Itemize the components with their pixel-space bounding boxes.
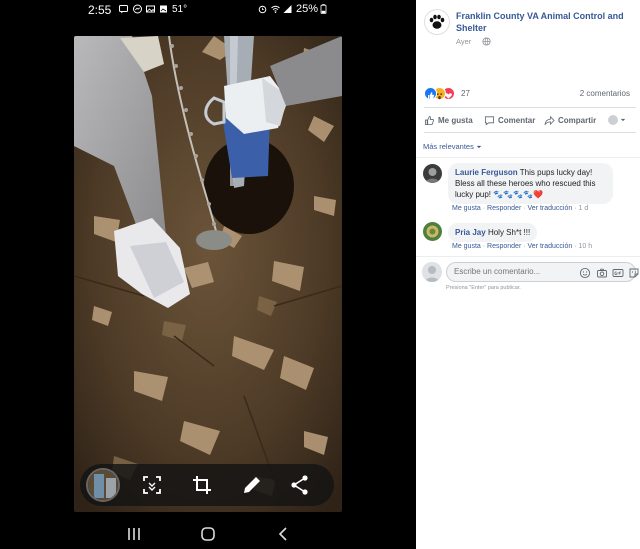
- home-icon[interactable]: [198, 525, 218, 543]
- wifi-icon: [271, 5, 280, 14]
- battery-percent: 25%: [296, 3, 319, 15]
- reaction-count: 27: [461, 89, 470, 98]
- page-name-link[interactable]: Franklin County VA Animal Control and Sh…: [456, 10, 636, 34]
- recent-apps-icon[interactable]: [124, 525, 144, 543]
- comment-reply-link[interactable]: Responder: [487, 205, 521, 212]
- status-temperature: 51°: [172, 4, 188, 15]
- divider: [424, 132, 636, 133]
- composer-hint: Presiona "Enter" para publicar.: [446, 285, 521, 291]
- messages-icon: [119, 5, 128, 14]
- share-icon[interactable]: [288, 473, 312, 497]
- android-nav-bar: [74, 520, 342, 549]
- comment-bubble: Pria Jay Holy Sh*t !!!: [448, 223, 538, 242]
- rescue-photo[interactable]: [74, 36, 342, 512]
- profile-avatar-small: [608, 115, 618, 125]
- commenter-avatar[interactable]: [423, 222, 442, 241]
- comment-button-label: Comentar: [498, 115, 536, 125]
- back-icon[interactable]: [274, 525, 294, 543]
- post-as-selector[interactable]: [608, 113, 626, 127]
- comment-reply-link[interactable]: Responder: [487, 243, 521, 250]
- comment-author[interactable]: Pria Jay: [455, 228, 486, 237]
- caret-down-icon: [476, 145, 482, 149]
- comment-actions: Me gusta · Responder · Ver traducción · …: [452, 205, 589, 212]
- comment-like-link[interactable]: Me gusta: [452, 205, 481, 212]
- rescue-photo-image: [74, 36, 342, 512]
- signal-icon: [283, 5, 292, 13]
- gif-icon[interactable]: [612, 267, 624, 279]
- paw-logo-icon: [426, 11, 448, 33]
- gallery-icon: [146, 5, 155, 13]
- comment-author[interactable]: Laurie Ferguson: [455, 168, 518, 177]
- thumbnail-preview[interactable]: [86, 468, 120, 502]
- messenger-icon: [133, 4, 142, 14]
- divider: [416, 256, 640, 257]
- image-icon: [160, 5, 167, 13]
- comment-translate-link[interactable]: Ver traducción: [528, 243, 573, 250]
- emoji-icon[interactable]: [579, 267, 591, 279]
- globe-icon: [482, 37, 491, 46]
- comment-text: Holy Sh*t !!!: [487, 228, 531, 237]
- crop-icon[interactable]: [190, 473, 214, 497]
- post-timestamp[interactable]: Ayer: [456, 37, 471, 46]
- page-avatar[interactable]: [424, 9, 450, 35]
- scan-icon[interactable]: [140, 473, 164, 497]
- divider: [424, 107, 636, 108]
- status-bar: 2:55 51° 25%: [74, 0, 342, 20]
- comment-actions: Me gusta · Responder · Ver traducción · …: [452, 243, 593, 250]
- like-button[interactable]: Me gusta: [424, 113, 473, 127]
- photo-viewer: 2:55 51° 25%: [0, 0, 416, 549]
- alarm-icon: [258, 5, 267, 14]
- comment-time[interactable]: 1 d: [579, 205, 589, 212]
- comment-sort-dropdown[interactable]: Más relevantes: [423, 142, 482, 151]
- comment-composer[interactable]: [446, 262, 639, 282]
- share-arrow-icon: [544, 115, 555, 125]
- thumbs-up-icon: [424, 115, 434, 125]
- divider: [416, 157, 640, 158]
- caret-down-icon: [620, 118, 626, 122]
- photo-toolbar: [80, 464, 334, 506]
- comment-count-link[interactable]: 2 comentarios: [580, 89, 630, 98]
- comment-translate-link[interactable]: Ver traducción: [528, 205, 573, 212]
- camera-icon[interactable]: [596, 267, 608, 279]
- sticker-icon[interactable]: [628, 267, 640, 279]
- current-user-avatar: [422, 262, 442, 282]
- comment-like-link[interactable]: Me gusta: [452, 243, 481, 250]
- facebook-post-panel: Franklin County VA Animal Control and Sh…: [416, 0, 640, 549]
- status-time: 2:55: [88, 3, 112, 17]
- comment-time[interactable]: 10 h: [579, 243, 593, 250]
- share-button-label: Compartir: [558, 115, 597, 125]
- edit-pencil-icon[interactable]: [240, 473, 264, 497]
- share-button[interactable]: Compartir: [544, 113, 596, 127]
- comment-button[interactable]: Comentar: [484, 113, 535, 127]
- comment-sort-label: Más relevantes: [423, 142, 474, 151]
- like-reaction-icon: [424, 87, 437, 100]
- battery-icon: [320, 4, 327, 14]
- like-button-label: Me gusta: [438, 115, 473, 125]
- comment-input[interactable]: [454, 267, 564, 276]
- commenter-avatar[interactable]: [423, 164, 442, 183]
- comment-bubble-icon: [484, 115, 495, 125]
- comment-bubble: Laurie Ferguson This pups lucky day! Ble…: [448, 163, 613, 204]
